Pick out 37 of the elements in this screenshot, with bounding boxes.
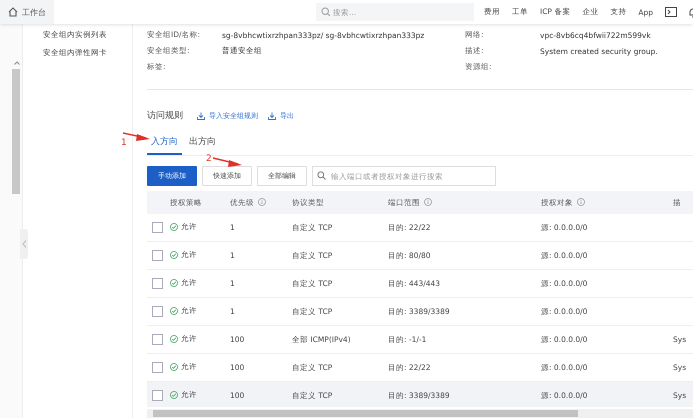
search-icon: [320, 7, 331, 17]
terminal-icon: [665, 7, 677, 17]
chevron-left-icon: [22, 240, 26, 248]
check-circle-icon: [170, 335, 178, 344]
check-circle-icon: [170, 307, 178, 316]
check-circle-icon: [170, 391, 178, 400]
row-checkbox[interactable]: [152, 278, 163, 290]
check-circle-icon: [170, 251, 178, 260]
scroll-up-icon: [14, 61, 20, 65]
search-icon: [317, 171, 326, 180]
scrollbar-thumb[interactable]: [12, 69, 20, 194]
annotation-arrow: [122, 130, 152, 143]
info-icon: [258, 198, 266, 206]
annotation-number: 2: [206, 154, 212, 164]
row-checkbox[interactable]: [152, 250, 163, 262]
info-icon: [577, 198, 585, 206]
check-circle-icon: [170, 279, 178, 288]
check-circle-icon: [170, 363, 178, 372]
annotation-arrow: [212, 155, 244, 169]
annotation-number: 1: [121, 138, 127, 148]
scrollbar-thumb[interactable]: [153, 410, 578, 418]
download-icon: [268, 112, 276, 120]
row-checkbox[interactable]: [152, 306, 163, 318]
horizontal-scrollbar[interactable]: [147, 409, 693, 418]
row-checkbox[interactable]: [152, 390, 163, 402]
download-icon: [197, 112, 205, 120]
row-checkbox[interactable]: [152, 362, 163, 374]
home-icon: [8, 7, 18, 17]
row-checkbox[interactable]: [152, 334, 163, 346]
collapse-handle[interactable]: [20, 229, 28, 259]
section-title: 访问规则: [147, 110, 183, 122]
direction-tab[interactable]: 入方向: [147, 135, 182, 156]
info-icon: [424, 198, 432, 206]
check-circle-icon: [170, 223, 178, 232]
direction-tab[interactable]: 出方向: [185, 135, 220, 156]
workbench-button[interactable]: 工作台: [0, 0, 54, 24]
row-checkbox[interactable]: [152, 222, 163, 234]
